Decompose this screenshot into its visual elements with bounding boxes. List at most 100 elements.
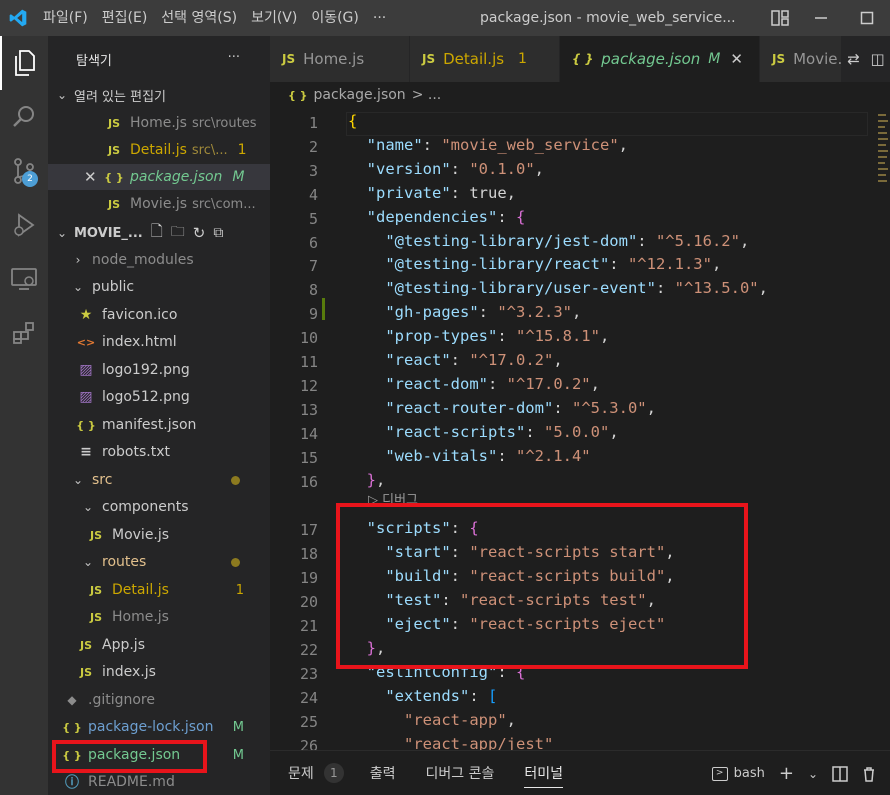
trash-icon[interactable]	[862, 766, 876, 782]
maximize-icon[interactable]	[844, 0, 890, 36]
menu-go[interactable]: 이동(G)	[304, 0, 366, 36]
code-line[interactable]: "scripts": {	[348, 519, 479, 537]
code-line[interactable]: "test": "react-scripts test",	[348, 591, 656, 609]
tree-file[interactable]: ▨ logo512.png	[48, 384, 270, 410]
menu-view[interactable]: 보기(V)	[244, 0, 304, 36]
code-line[interactable]: "react-scripts": "5.0.0",	[348, 423, 618, 441]
tree-file[interactable]: ▨ logo192.png	[48, 357, 270, 383]
line-number: 6	[308, 233, 318, 252]
image-file-icon: ▨	[79, 362, 93, 378]
tree-folder[interactable]: ⌄ public	[48, 274, 270, 300]
minimap[interactable]	[876, 108, 890, 750]
code-line[interactable]: "@testing-library/jest-dom": "^5.16.2",	[348, 232, 749, 250]
code-editor[interactable]: ▷ 디버그 1{2 "name": "movie_web_service", 3 …	[270, 108, 890, 750]
line-number: 16	[299, 472, 318, 491]
tab-home-js[interactable]: JS Home.js	[270, 36, 410, 82]
tree-file[interactable]: { } manifest.json	[48, 412, 270, 438]
editor-tabs: JS Home.js JS Detail.js 1 { } package.js…	[270, 36, 890, 82]
refresh-icon[interactable]: ↻	[193, 224, 206, 242]
tab-debug-console[interactable]: 디버그 콘솔	[426, 751, 495, 795]
code-line[interactable]: "start": "react-scripts start",	[348, 543, 674, 561]
code-line[interactable]: "eject": "react-scripts eject"	[348, 615, 665, 633]
compare-icon[interactable]: ⇄	[847, 50, 860, 68]
new-file-icon[interactable]: 🗋	[151, 221, 163, 246]
split-editor-icon[interactable]: ◫	[870, 50, 884, 68]
new-terminal-icon[interactable]: +	[779, 763, 794, 784]
code-line[interactable]: "web-vitals": "^2.1.4"	[348, 447, 590, 465]
open-editor-item[interactable]: JS Home.js src\routes	[48, 110, 270, 136]
layout-icon[interactable]	[762, 0, 798, 36]
tree-file[interactable]: ◆ .gitignore	[48, 687, 270, 713]
tree-file[interactable]: ⓘ README.md	[48, 769, 270, 795]
code-line[interactable]: "@testing-library/react": "^12.1.3",	[348, 255, 721, 273]
tab-terminal[interactable]: 터미널	[524, 751, 563, 795]
line-number: 12	[299, 376, 318, 395]
new-folder-icon[interactable]: 🗀	[171, 221, 185, 245]
tree-file[interactable]: JS Movie.js	[48, 522, 270, 548]
tree-file[interactable]: JS App.js	[48, 632, 270, 658]
tree-folder[interactable]: › node_modules	[48, 247, 270, 273]
more-actions-icon[interactable]: ···	[228, 50, 240, 65]
tree-file[interactable]: JS Home.js	[48, 604, 270, 630]
source-control-icon[interactable]: 2	[0, 144, 48, 198]
close-icon[interactable]: ✕	[730, 50, 743, 68]
code-line[interactable]: "name": "movie_web_service",	[348, 136, 628, 154]
tree-file[interactable]: JS index.js	[48, 659, 270, 685]
tree-folder[interactable]: ⌄ routes	[48, 549, 270, 575]
search-icon[interactable]	[0, 90, 48, 144]
line-number: 18	[299, 545, 318, 564]
remote-explorer-icon[interactable]	[0, 252, 48, 306]
breadcrumb-file[interactable]: package.json	[314, 87, 406, 103]
menu-more[interactable]: ···	[366, 0, 393, 36]
tree-file[interactable]: ★ favicon.ico	[48, 302, 270, 328]
code-line[interactable]: "extends": [	[348, 687, 497, 705]
code-line[interactable]: "build": "react-scripts build",	[348, 567, 674, 585]
minimize-icon[interactable]	[798, 0, 844, 36]
json-file-icon: { }	[76, 418, 96, 432]
code-line[interactable]: "react-dom": "^17.0.2",	[348, 375, 600, 393]
code-line[interactable]: "@testing-library/user-event": "^13.5.0"…	[348, 279, 768, 297]
tree-file[interactable]: { } package-lock.json M	[48, 714, 270, 740]
code-line[interactable]: },	[348, 639, 386, 657]
code-line[interactable]: {	[348, 112, 357, 130]
tab-output[interactable]: 출력	[370, 751, 396, 795]
tree-file[interactable]: ≡ robots.txt	[48, 439, 270, 465]
menu-file[interactable]: 파일(F)	[36, 0, 95, 36]
tree-file[interactable]: JS Detail.js 1	[48, 577, 270, 603]
explorer-icon[interactable]	[0, 36, 48, 90]
open-editor-item-active[interactable]: ✕ { } package.json M	[48, 164, 270, 190]
code-line[interactable]: "react": "^17.0.2",	[348, 351, 562, 369]
code-line[interactable]: "gh-pages": "^3.2.3",	[348, 303, 581, 321]
code-line[interactable]: "private": true,	[348, 184, 516, 202]
tree-file[interactable]: { } package.json M	[48, 742, 270, 768]
split-terminal-icon[interactable]	[832, 765, 848, 782]
menu-edit[interactable]: 편집(E)	[95, 0, 155, 36]
tab-problems[interactable]: 문제 1	[288, 751, 344, 795]
menu-selection[interactable]: 선택 영역(S)	[154, 0, 244, 36]
chevron-down-icon[interactable]: ⌄	[808, 767, 818, 781]
tree-folder[interactable]: ⌄ components	[48, 494, 270, 520]
code-line[interactable]: },	[348, 471, 386, 489]
code-line[interactable]: "version": "0.1.0",	[348, 160, 544, 178]
tree-folder[interactable]: ⌄ src	[48, 467, 270, 493]
open-editor-item[interactable]: JS Movie.js src\com...	[48, 191, 270, 217]
terminal-shell-selector[interactable]: > bash	[711, 766, 765, 781]
extensions-icon[interactable]	[0, 306, 48, 360]
run-debug-icon[interactable]	[0, 198, 48, 252]
project-header[interactable]: ⌄ MOVIE_... 🗋 🗀 ↻ ⧉	[48, 220, 270, 246]
code-line[interactable]: "react-app/jest"	[348, 735, 553, 751]
tree-file[interactable]: <> index.html	[48, 329, 270, 355]
debug-codelens[interactable]: ▷ 디버그	[368, 489, 418, 508]
code-line[interactable]: "react-app",	[348, 711, 516, 729]
tab-detail-js[interactable]: JS Detail.js 1	[410, 36, 560, 82]
tab-movie-js[interactable]: JS Movie.j	[760, 36, 846, 82]
open-editors-header[interactable]: ⌄ 열려 있는 편집기	[48, 82, 270, 108]
open-editor-item[interactable]: JS Detail.js src\... 1	[48, 137, 270, 163]
collapse-all-icon[interactable]: ⧉	[213, 225, 223, 241]
code-line[interactable]: "dependencies": {	[348, 208, 526, 226]
code-line[interactable]: "react-router-dom": "^5.3.0",	[348, 399, 656, 417]
tab-package-json[interactable]: { } package.json M ✕	[560, 36, 760, 82]
code-line[interactable]: "prop-types": "^15.8.1",	[348, 327, 609, 345]
close-icon[interactable]: ✕	[84, 168, 104, 186]
code-line[interactable]: "eslintConfig": {	[348, 663, 526, 681]
